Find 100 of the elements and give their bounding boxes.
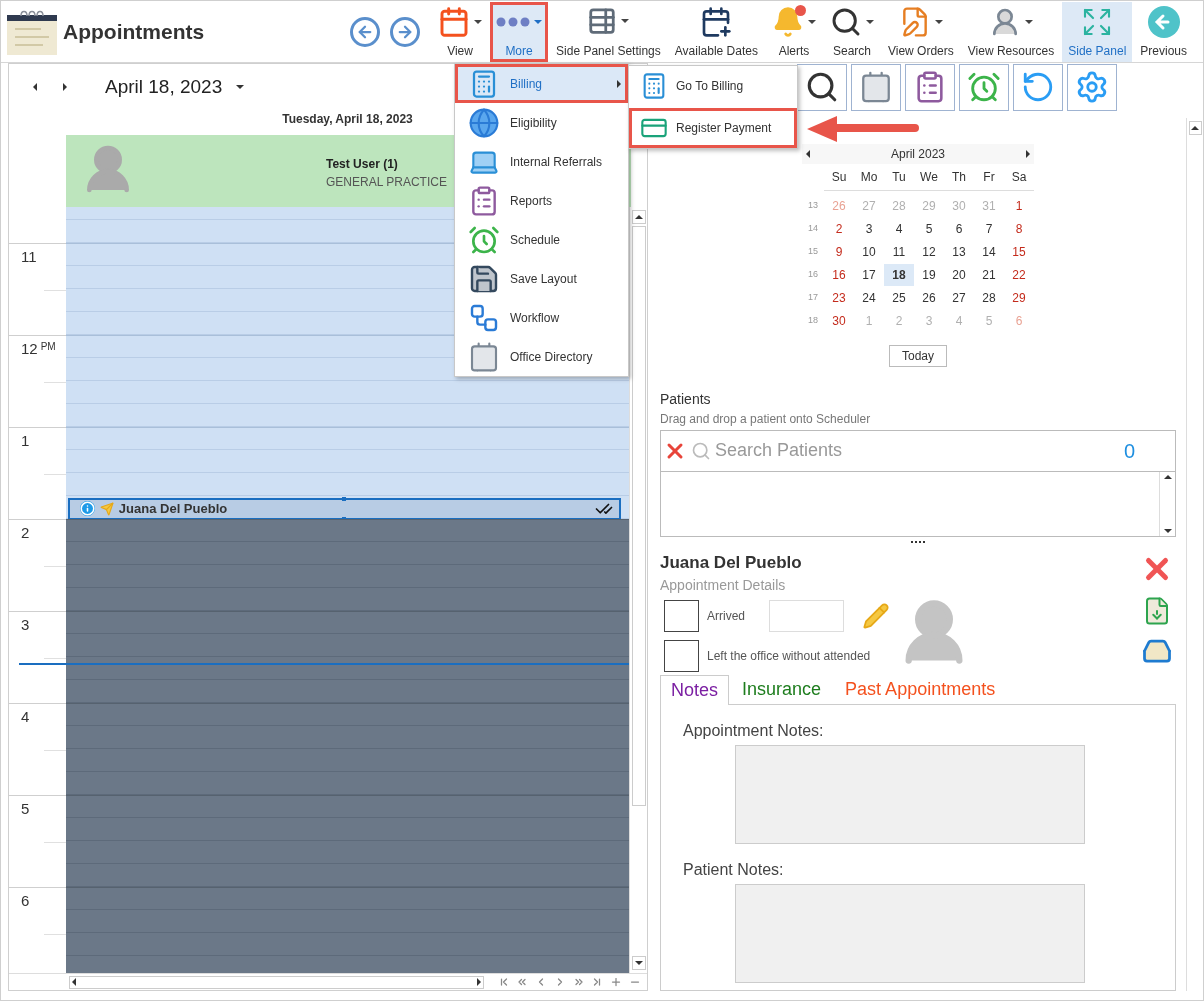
menu-item[interactable]: Save Layout [455,259,628,298]
weekday-label: Tu [891,168,907,186]
week-number: 15 [807,245,819,259]
more-dots-icon [496,16,531,27]
today-button[interactable]: Today [889,344,947,367]
pencil-icon [862,602,890,630]
clipboard-button[interactable] [905,63,955,111]
section-title: Patients [660,389,712,409]
tab[interactable]: Notes [660,675,730,705]
menu-item[interactable]: Billing [455,64,628,103]
time-field[interactable] [769,600,844,632]
calendar-day[interactable]: 12 [914,241,944,263]
calendar-day[interactable]: 26 [914,287,944,309]
calendar-day[interactable]: 27 [944,287,974,309]
calendar-day[interactable]: 17 [854,264,884,286]
calendar-day[interactable]: 24 [854,287,884,309]
caret-icon [236,84,245,89]
menu-item[interactable]: Workflow [455,298,628,337]
toolbar-button[interactable]: Alerts [765,1,822,62]
next-month-button[interactable] [1026,149,1030,158]
menu-item[interactable]: Go To Billing [629,66,797,106]
next-day-button[interactable] [61,80,69,93]
calendar-day[interactable]: 7 [974,218,1004,240]
forward-button[interactable] [390,16,421,47]
calendar-day[interactable]: 30 [824,310,854,332]
menu-item[interactable]: Eligibility [455,103,628,142]
toolbar-button[interactable]: View Orders [881,1,960,62]
hint-text: Drag and drop a patient onto Scheduler [660,410,872,428]
vertical-scrollbar[interactable] [1186,117,1203,991]
day-header: Tuesday, April 18, 2023 [282,110,413,128]
toolbar-button[interactable]: Search [823,1,880,62]
tab[interactable]: Insurance [731,674,833,704]
vertical-scrollbar[interactable] [629,206,647,974]
calendar-day[interactable]: 25 [884,287,914,309]
calendar-day[interactable]: 4 [884,218,914,240]
calendar-day[interactable]: 5 [914,218,944,240]
calendar-day[interactable]: 13 [944,241,974,263]
menu-item[interactable]: Reports [455,181,628,220]
contact-button[interactable] [851,63,901,111]
previous-month-button[interactable] [806,149,810,158]
calendar-day[interactable]: 1 [1004,195,1034,217]
calendar-day[interactable]: 6 [944,218,974,240]
calendar-day[interactable]: 2 [824,218,854,240]
window-title: Appointments [63,18,205,45]
toolbar-button[interactable]: Available Dates [668,1,764,62]
month-title: April 2023 [890,145,945,163]
toolbar-button[interactable]: Side Panel [1062,1,1133,62]
calendar-day[interactable]: 9 [824,241,854,263]
toolbar-button[interactable]: View [432,1,489,62]
paper-plane-icon [99,501,114,516]
splitter-grip[interactable] [911,540,925,544]
globe-icon [468,106,500,139]
calendar-plus-icon [700,5,733,38]
refresh-icon [1021,70,1055,104]
horizontal-scrollbar[interactable] [69,975,484,989]
notes-field[interactable] [735,884,1085,983]
calendar-day[interactable]: 28 [974,287,1004,309]
menu-item[interactable]: Register Payment [629,108,797,148]
calendar-day[interactable]: 3 [854,218,884,240]
back-button[interactable] [350,16,381,47]
search-icon [691,440,711,461]
toolbar-button[interactable]: More [490,1,549,62]
calendar-day[interactable]: 21 [974,264,1004,286]
caret-icon [1026,149,1030,158]
checkbox-label: Left the office without attended [707,648,871,665]
search-input[interactable]: Search Patients [715,437,1120,464]
refresh-button[interactable] [1013,63,1063,111]
toolbar-button[interactable]: View Resources [961,1,1061,62]
checkbox[interactable] [664,600,699,632]
calendar-day[interactable]: 23 [824,287,854,309]
hour-label: 2 [21,522,30,543]
weekday-label: Su [830,168,848,186]
alarm-clock-button[interactable] [959,63,1009,111]
caret-icon [63,82,67,91]
calendar-day[interactable]: 19 [914,264,944,286]
week-number: 13 [807,199,819,213]
appointment[interactable]: Juana Del Pueblo [67,497,622,520]
calendar-day[interactable]: 10 [854,241,884,263]
calendar-day[interactable]: 29 [1004,287,1034,309]
calendar-day[interactable]: 15 [1004,241,1034,263]
notes-field[interactable] [735,745,1085,844]
calendar-day[interactable]: 11 [884,241,914,263]
menu-item[interactable]: Office Directory [455,337,628,376]
calendar-day[interactable]: 8 [1004,218,1034,240]
checkbox[interactable] [664,640,699,672]
menu-item[interactable]: Schedule [455,220,628,259]
calendar-day[interactable]: 16 [824,264,854,286]
checkbox-label: Arrived [707,608,745,625]
alarm-clock-icon [967,70,1001,104]
calendar-day[interactable]: 22 [1004,264,1034,286]
menu-item[interactable]: Internal Referrals [455,142,628,181]
calendar-day[interactable]: 14 [974,241,1004,263]
calendar-day[interactable]: 20 [944,264,974,286]
toolbar-button[interactable]: Side Panel Settings [550,1,667,62]
date-picker[interactable]: April 18, 2023 [105,72,245,102]
week-number: 14 [807,222,819,236]
scrollbar-thumb[interactable] [631,225,646,806]
calendar-day[interactable]: 18 [884,264,914,286]
settings-button[interactable] [1067,63,1117,111]
toolbar-button[interactable]: Previous [1134,1,1193,62]
